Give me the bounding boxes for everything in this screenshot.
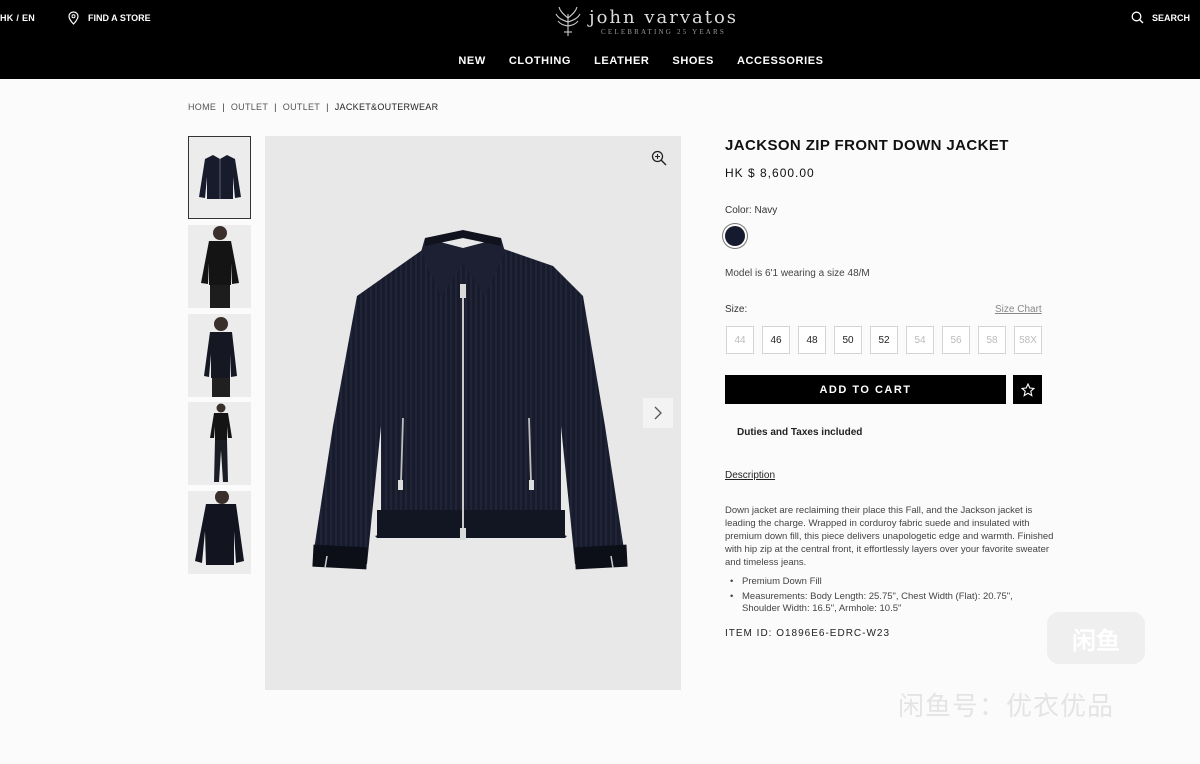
- model-info: Model is 6'1 wearing a size 48/M: [725, 268, 870, 279]
- leaf-emblem-icon: [555, 6, 581, 36]
- size-option-48[interactable]: 48: [798, 326, 826, 354]
- color-row: Color: Navy: [725, 205, 777, 216]
- item-id: ITEM ID: O1896E6-EDRC-W23: [725, 628, 891, 639]
- breadcrumb-outlet[interactable]: OUTLET: [231, 102, 268, 112]
- thumbnail-model-full[interactable]: [188, 402, 251, 485]
- search-link[interactable]: SEARCH: [1131, 11, 1190, 24]
- product-description: Down jacket are reclaiming their place t…: [725, 505, 1054, 568]
- breadcrumb-separator: |: [326, 102, 329, 112]
- brand-name: john varvatos: [589, 7, 739, 28]
- product-title: JACKSON ZIP FRONT DOWN JACKET: [725, 137, 1009, 154]
- main-product-image[interactable]: [265, 136, 681, 690]
- size-option-46[interactable]: 46: [762, 326, 790, 354]
- size-option-54[interactable]: 54: [906, 326, 934, 354]
- next-image-button[interactable]: [643, 398, 673, 428]
- locale-selector[interactable]: HK / EN: [0, 13, 35, 23]
- nav-item-accessories[interactable]: ACCESSORIES: [737, 55, 824, 67]
- wishlist-button[interactable]: [1013, 375, 1042, 404]
- jacket-thumbnail-image: [198, 154, 241, 199]
- color-swatch-navy[interactable]: [725, 226, 745, 246]
- size-option-58[interactable]: 58: [978, 326, 1006, 354]
- nav-item-new[interactable]: NEW: [458, 55, 485, 67]
- size-label: Size:: [725, 304, 748, 315]
- add-to-cart-button[interactable]: ADD TO CART: [725, 375, 1006, 404]
- search-label: SEARCH: [1151, 12, 1190, 23]
- product-price: HK $ 8,600.00: [725, 166, 815, 180]
- size-chart-link[interactable]: Size Chart: [995, 304, 1042, 315]
- watermark-text: 闲鱼号：优衣优品: [898, 691, 1115, 721]
- chevron-right-icon: [654, 406, 662, 420]
- thumbnail-jacket-front[interactable]: [188, 136, 251, 219]
- model-full-image: [209, 403, 232, 482]
- breadcrumb-outlet-2[interactable]: OUTLET: [283, 102, 320, 112]
- nav-item-clothing[interactable]: CLOTHING: [509, 55, 571, 67]
- color-label: Color:: [725, 205, 752, 216]
- breadcrumb-home[interactable]: HOME: [188, 102, 216, 112]
- color-value: Navy: [754, 205, 778, 216]
- breadcrumb-current: JACKET&OUTERWEAR: [334, 102, 439, 112]
- model-side-image: [203, 317, 237, 397]
- brand-logo[interactable]: john varvatos CELEBRATING 25 YEARS: [555, 6, 738, 38]
- star-icon: [1020, 382, 1035, 397]
- nav-item-leather[interactable]: LEATHER: [594, 55, 649, 67]
- model-back-image: [194, 491, 244, 565]
- description-tab[interactable]: Description: [725, 470, 775, 481]
- find-store-link[interactable]: FIND A STORE: [68, 11, 151, 25]
- main-nav: NEW CLOTHING LEATHER SHOES ACCESSORIES: [0, 55, 1200, 67]
- breadcrumb: HOME | OUTLET | OUTLET | JACKET&OUTERWEA…: [188, 102, 438, 112]
- thumbnail-jacket-back[interactable]: [188, 491, 251, 574]
- size-option-56[interactable]: 56: [942, 326, 970, 354]
- size-option-52[interactable]: 52: [870, 326, 898, 354]
- duties-note: Duties and Taxes included: [737, 427, 863, 438]
- brand-tagline: CELEBRATING 25 YEARS: [601, 28, 727, 36]
- breadcrumb-separator: |: [274, 102, 277, 112]
- feature-list: Premium Down Fill Measurements: Body Len…: [730, 576, 1040, 618]
- jacket-image: [312, 230, 628, 570]
- find-store-label: FIND A STORE: [88, 13, 151, 23]
- location-pin-icon: [68, 11, 79, 25]
- thumbnail-model-front[interactable]: [188, 225, 251, 308]
- size-selector: 44 46 48 50 52 54 56 58 58X: [726, 326, 1042, 354]
- thumbnail-model-side[interactable]: [188, 314, 251, 397]
- search-icon: [1131, 11, 1144, 24]
- zoom-button[interactable]: [651, 150, 667, 171]
- size-option-58x[interactable]: 58X: [1014, 326, 1042, 354]
- feature-item: Measurements: Body Length: 25.75", Chest…: [730, 591, 1040, 615]
- breadcrumb-separator: |: [222, 102, 225, 112]
- nav-item-shoes[interactable]: SHOES: [672, 55, 714, 67]
- watermark-badge: 闲鱼: [1047, 612, 1145, 664]
- site-header: HK / EN FIND A STORE john varvatos CELEB…: [0, 0, 1200, 79]
- feature-item: Premium Down Fill: [730, 576, 1040, 588]
- zoom-in-icon: [651, 150, 667, 166]
- model-front-image: [200, 226, 239, 308]
- size-option-50[interactable]: 50: [834, 326, 862, 354]
- size-option-44[interactable]: 44: [726, 326, 754, 354]
